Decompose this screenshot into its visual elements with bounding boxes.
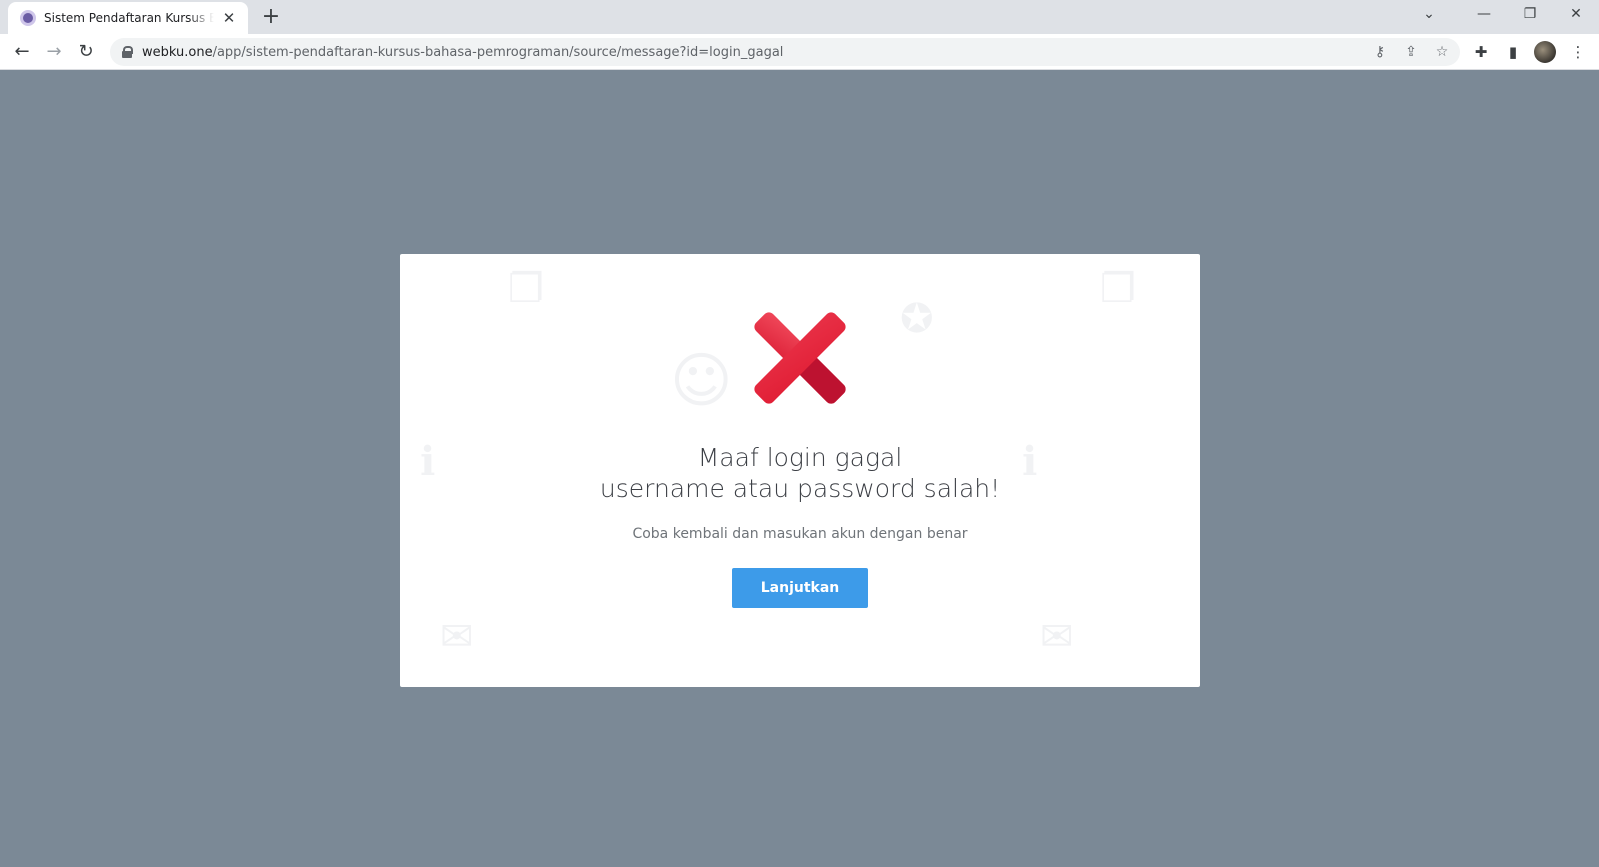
key-icon[interactable]: ⚷ bbox=[1366, 38, 1394, 66]
tab-close-icon[interactable]: ✕ bbox=[220, 9, 238, 27]
tab-title: Sistem Pendaftaran Kursus Bahasa Pemrogr… bbox=[44, 11, 214, 25]
smiley-icon: ☺ bbox=[670, 346, 733, 416]
star-icon[interactable]: ☆ bbox=[1428, 38, 1456, 66]
document-icon: ❐ bbox=[508, 266, 544, 312]
message-title-line-1: Maaf login gagal bbox=[697, 443, 903, 472]
browser-tab[interactable]: Sistem Pendaftaran Kursus Bahasa Pemrogr… bbox=[8, 2, 248, 34]
profile-avatar[interactable] bbox=[1534, 41, 1556, 63]
side-panel-icon[interactable]: ▮ bbox=[1499, 38, 1527, 66]
lock-icon[interactable] bbox=[122, 46, 133, 58]
new-tab-icon[interactable]: + bbox=[258, 4, 284, 30]
message-card: ❐ ❐ ☺ ✪ ℹ ℹ ✉ ✉ Maaf login gagal usernam… bbox=[400, 254, 1200, 687]
minimize-icon[interactable]: — bbox=[1461, 0, 1507, 30]
address-bar[interactable]: webku.one/app/sistem-pendaftaran-kursus-… bbox=[110, 38, 1460, 66]
url-text: webku.one/app/sistem-pendaftaran-kursus-… bbox=[142, 44, 784, 60]
restore-icon[interactable]: ❐ bbox=[1507, 0, 1553, 30]
tab-search-chevron-icon[interactable]: ⌄ bbox=[1406, 0, 1452, 30]
envelope-icon: ✉ bbox=[1040, 614, 1074, 660]
forward-arrow-icon[interactable]: → bbox=[40, 38, 68, 66]
back-arrow-icon[interactable]: ← bbox=[8, 38, 36, 66]
continue-button[interactable]: Lanjutkan bbox=[732, 568, 868, 608]
reload-icon[interactable]: ↻ bbox=[72, 38, 100, 66]
browser-toolbar: ← → ↻ webku.one/app/sistem-pendaftaran-k… bbox=[0, 34, 1599, 70]
window-close-icon[interactable]: ✕ bbox=[1553, 0, 1599, 30]
award-icon: ✪ bbox=[900, 296, 934, 342]
error-cross-icon bbox=[754, 312, 846, 404]
browser-tab-bar: Sistem Pendaftaran Kursus Bahasa Pemrogr… bbox=[0, 0, 1599, 34]
message-title-line-2: username atau password salah! bbox=[599, 474, 1001, 503]
document-icon: ❐ bbox=[1100, 266, 1136, 312]
kebab-menu-icon[interactable]: ⋮ bbox=[1564, 38, 1592, 66]
message-description: Coba kembali dan masukan akun dengan ben… bbox=[632, 526, 968, 542]
puzzle-icon[interactable]: ✚ bbox=[1467, 38, 1495, 66]
envelope-icon: ✉ bbox=[440, 614, 474, 660]
share-icon[interactable]: ⇪ bbox=[1397, 38, 1425, 66]
site-favicon-icon bbox=[20, 10, 36, 26]
message-title: Maaf login gagal username atau password … bbox=[400, 442, 1200, 504]
